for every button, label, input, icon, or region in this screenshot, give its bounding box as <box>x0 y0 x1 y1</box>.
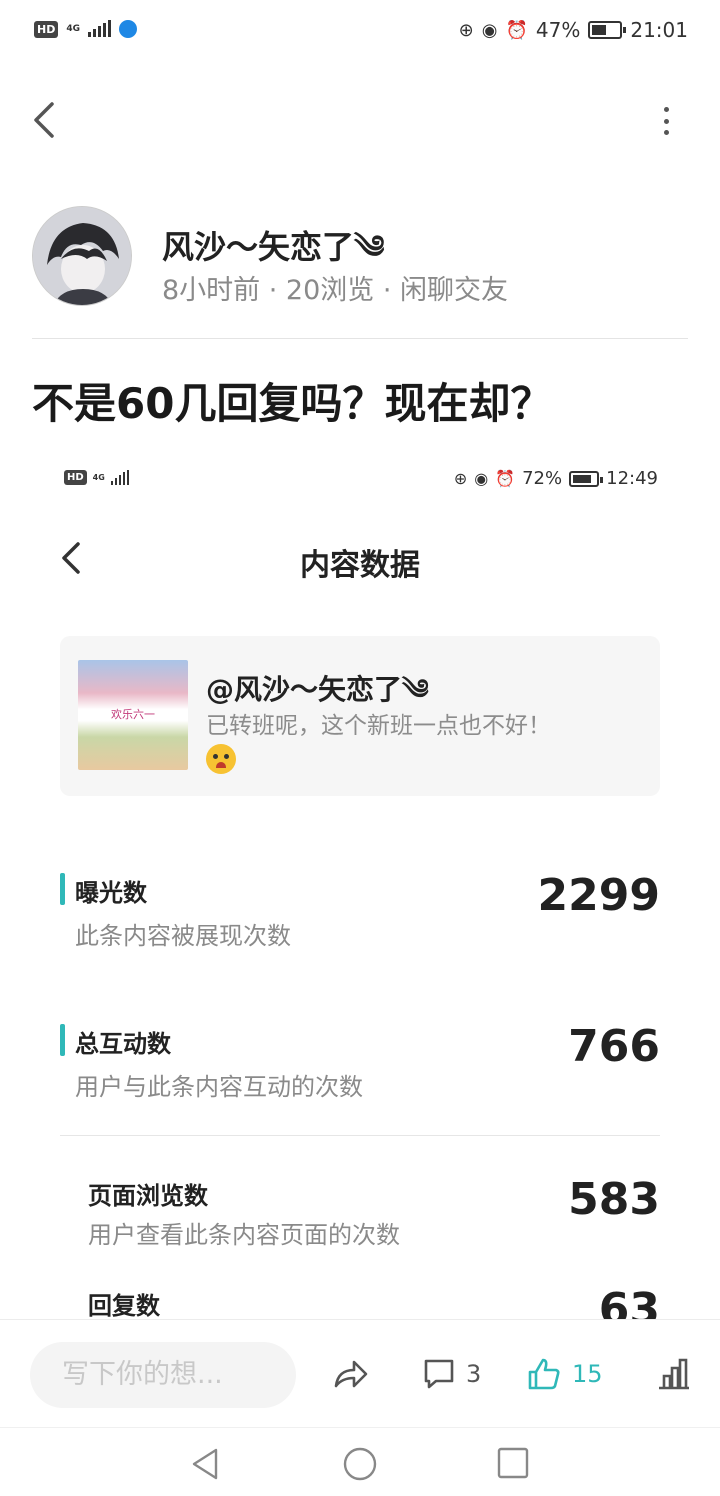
hd-badge: HD <box>34 20 59 38</box>
metric-accent-bar <box>60 1024 65 1056</box>
embedded-hd-badge: HD <box>64 470 87 485</box>
eye-comfort-icon: ◉ <box>481 19 498 41</box>
post-meta: 8小时前 · 20浏览 · 闲聊交友 <box>162 275 509 306</box>
comment-icon <box>424 1359 454 1389</box>
back-button[interactable] <box>28 98 68 142</box>
network-type: 4G <box>66 23 80 34</box>
comment-input[interactable]: 写下你的想... <box>30 1342 296 1408</box>
action-bar: 写下你的想... 3 15 <box>0 1319 720 1427</box>
metric-desc-interactions: 用户与此条内容互动的次数 <box>75 1073 363 1101</box>
app-notification-icon <box>119 20 137 38</box>
status-bar: HD 4G ⊕ ◉ ⏰ 47% 21:01 <box>0 0 720 64</box>
embedded-battery-icon <box>569 470 604 487</box>
content-preview-card: 欢乐六一 @风沙～矢恋了༄ 已转班呢，这个新班一点也不好！ <box>60 636 660 796</box>
share-button[interactable] <box>330 1350 370 1398</box>
comment-button[interactable]: 3 <box>422 1350 481 1398</box>
nav-recent-icon[interactable] <box>496 1446 530 1480</box>
nfc-icon: ⊕ <box>458 19 474 41</box>
metric-label-exposure: 曝光数 <box>75 879 147 907</box>
embedded-nfc-icon: ⊕ <box>453 469 468 488</box>
embedded-network-type: 4G <box>92 473 105 482</box>
metric-label-replies: 回复数 <box>88 1292 160 1320</box>
crying-face-icon <box>206 744 236 774</box>
thumbs-up-icon <box>528 1358 560 1390</box>
embedded-page-title: 内容数据 <box>300 548 420 583</box>
embedded-battery-percent: 72% <box>522 468 563 489</box>
embedded-signal-icon <box>110 469 129 485</box>
status-left: HD 4G <box>34 20 137 38</box>
signal-icon <box>88 20 111 37</box>
system-navigation-bar <box>0 1427 720 1496</box>
metric-value-exposure: 2299 <box>537 870 660 921</box>
metric-divider <box>60 1135 660 1136</box>
embedded-status-bar: HD 4G ⊕ ◉ ⏰ 72% 12:49 <box>0 462 720 498</box>
metric-accent-bar <box>60 873 65 905</box>
metric-desc-exposure: 此条内容被展现次数 <box>75 922 291 950</box>
nav-back-icon[interactable] <box>188 1446 224 1482</box>
thumbnail-caption: 欢乐六一 <box>111 708 155 721</box>
embedded-eye-icon: ◉ <box>474 469 489 488</box>
preview-text: 已转班呢，这个新班一点也不好！ <box>206 713 551 739</box>
back-arrow-icon <box>34 102 54 138</box>
metric-value-pageviews: 583 <box>568 1174 660 1225</box>
like-count: 15 <box>572 1360 603 1388</box>
clock: 21:01 <box>630 18 688 42</box>
avatar-image <box>33 207 131 305</box>
comment-count: 3 <box>466 1360 482 1388</box>
metric-label-interactions: 总互动数 <box>75 1030 171 1058</box>
avatar[interactable] <box>32 206 132 306</box>
battery-percent: 47% <box>535 18 581 42</box>
divider <box>32 338 688 339</box>
metric-value-interactions: 766 <box>568 1021 660 1072</box>
metric-label-pageviews: 页面浏览数 <box>88 1182 208 1210</box>
alarm-icon: ⏰ <box>505 19 528 41</box>
embedded-alarm-icon: ⏰ <box>495 469 516 488</box>
more-icon <box>663 107 669 112</box>
more-button[interactable] <box>654 104 678 138</box>
status-right: ⊕ ◉ ⏰ 47% 21:01 <box>459 18 688 42</box>
battery-icon <box>588 21 627 39</box>
stats-button[interactable] <box>656 1350 692 1398</box>
preview-thumbnail: 欢乐六一 <box>78 660 188 770</box>
embedded-clock: 12:49 <box>606 468 658 489</box>
share-icon <box>334 1360 368 1388</box>
stats-icon <box>659 1358 689 1390</box>
post-title: 不是60几回复吗？现在却？ <box>32 379 553 428</box>
nav-home-icon[interactable] <box>342 1446 378 1482</box>
like-button[interactable]: 15 <box>526 1350 603 1398</box>
metric-desc-pageviews: 用户查看此条内容页面的次数 <box>88 1221 400 1249</box>
